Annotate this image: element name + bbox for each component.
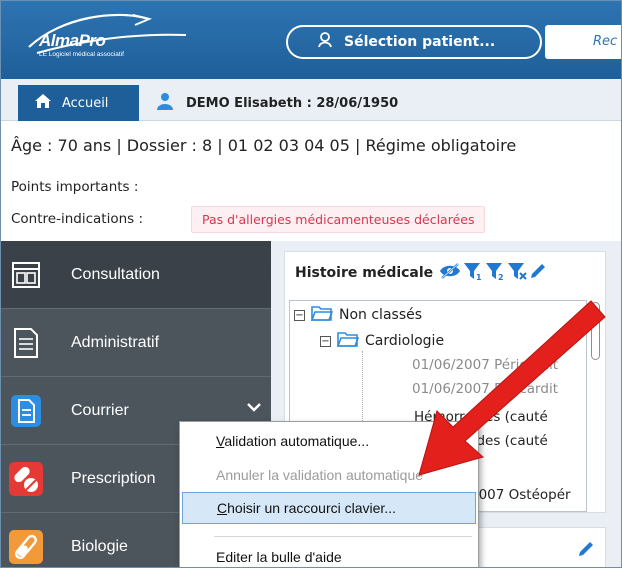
tree-label: Cardiologie	[365, 333, 445, 349]
tree-node-category[interactable]: − Cardiologie	[320, 331, 444, 351]
logo-text: AlmaPro	[39, 31, 106, 50]
menu-item-editer-bulle[interactable]: Editer la bulle d'aide	[182, 542, 476, 567]
patient-info-line: Âge : 70 ans | Dossier : 8 | 01 02 03 04…	[11, 136, 517, 155]
menu-item-label: hoisir un raccourci clavier...	[227, 500, 396, 516]
nav-item-consultation[interactable]: Consultation	[1, 241, 271, 309]
history-header: Histoire médicale 1 2	[285, 252, 605, 294]
document-icon	[9, 326, 43, 360]
nav-label: Biologie	[71, 537, 128, 555]
tab-bar: Accueil DEMO Elisabeth : 28/06/1950	[1, 79, 621, 121]
person-icon	[156, 92, 174, 114]
chevron-down-icon[interactable]	[247, 399, 261, 417]
tree-node-root[interactable]: − Non classés	[294, 305, 422, 325]
scroll-thumb[interactable]	[591, 302, 600, 360]
tree-leaf[interactable]: 2007 Ostéopér	[470, 487, 571, 503]
tree-label: Non classés	[339, 307, 423, 323]
history-title: Histoire médicale	[295, 265, 434, 281]
test-tube-icon	[9, 529, 43, 564]
tab-patient[interactable]: DEMO Elisabeth : 28/06/1950	[156, 85, 398, 121]
pills-icon	[9, 461, 43, 496]
contre-indications-label: Contre-indications :	[11, 211, 144, 227]
nav-label: Prescription	[71, 469, 156, 487]
app-window: AlmaPro LE Logiciel médical associatif S…	[0, 0, 622, 568]
select-patient-label: Sélection patient...	[344, 34, 496, 50]
tab-home[interactable]: Accueil	[18, 85, 139, 121]
menu-separator	[214, 536, 472, 537]
points-importants-label: Points importants :	[11, 179, 139, 195]
svg-text:1: 1	[476, 273, 482, 281]
filter-1-icon[interactable]: 1	[463, 261, 483, 285]
svg-text:2: 2	[498, 273, 504, 281]
nav-item-administratif[interactable]: Administratif	[1, 309, 271, 377]
edit-pencil-icon[interactable]	[577, 540, 595, 562]
nav-label: Consultation	[71, 265, 160, 283]
collapse-toggle-icon[interactable]: −	[294, 309, 305, 321]
user-icon	[318, 32, 332, 52]
hide-eye-icon[interactable]	[439, 263, 461, 283]
edit-pencil-icon[interactable]	[529, 262, 547, 284]
nav-label: Administratif	[71, 333, 160, 351]
filter-clear-icon[interactable]	[507, 261, 527, 285]
menu-item-label: alidation automatique...	[224, 433, 370, 449]
menu-item-mnemonic: C	[217, 500, 228, 516]
menu-item-annuler-validation[interactable]: Annuler la validation automatique	[182, 460, 476, 492]
tab-home-label: Accueil	[62, 95, 109, 111]
lower-panel	[461, 527, 606, 567]
top-bar: AlmaPro LE Logiciel médical associatif S…	[1, 1, 621, 79]
letter-icon	[9, 394, 43, 428]
allergy-status-badge[interactable]: Pas d'allergies médicamenteuses déclarée…	[191, 206, 486, 233]
folder-open-icon	[336, 331, 360, 351]
tab-patient-label: DEMO Elisabeth : 28/06/1950	[186, 95, 399, 111]
consultation-icon	[9, 258, 43, 292]
folder-open-icon	[310, 305, 334, 325]
filter-2-icon[interactable]: 2	[485, 261, 505, 285]
tree-leaf[interactable]: 01/06/2007 Péricardit	[412, 357, 558, 373]
logo-subtitle: LE Logiciel médical associatif	[39, 51, 124, 58]
home-icon	[34, 93, 52, 113]
tree-leaf[interactable]: 01/06/2007 Péricardit	[412, 381, 558, 397]
collapse-toggle-icon[interactable]: −	[320, 335, 331, 347]
select-patient-button[interactable]: Sélection patient...	[286, 25, 542, 59]
search-input[interactable]: Rec	[545, 25, 621, 59]
menu-item-validation-auto[interactable]: Validation automatique...	[182, 426, 476, 458]
nav-label: Courrier	[71, 401, 129, 419]
tree-scrollbar[interactable]	[588, 300, 602, 512]
menu-item-raccourci-clavier[interactable]: Choisir un raccourci clavier...	[182, 492, 476, 524]
context-menu: Validation automatique... Annuler la val…	[179, 421, 479, 567]
